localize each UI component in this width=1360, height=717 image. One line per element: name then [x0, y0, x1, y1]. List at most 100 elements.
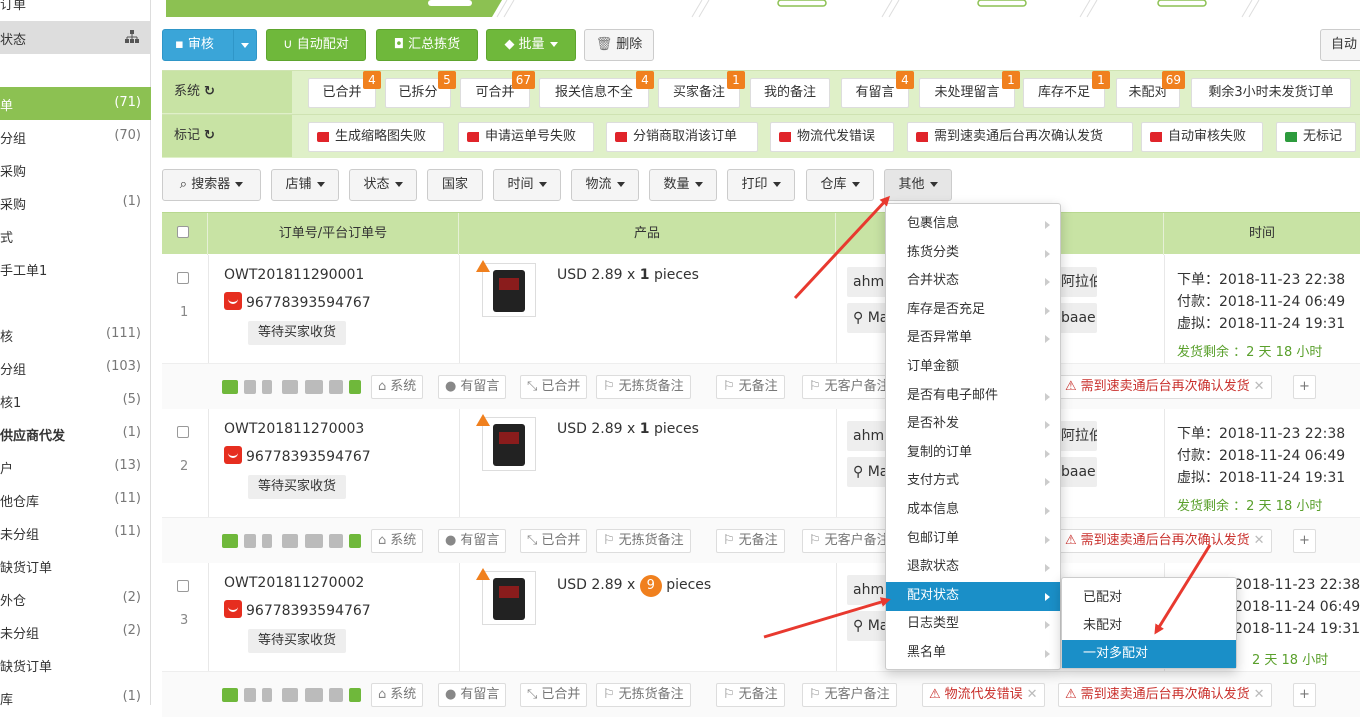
product-image[interactable]	[482, 417, 536, 471]
action-merged[interactable]: ⤡ 已合并	[520, 375, 588, 399]
sidebar-item[interactable]: 核1 (5)	[0, 384, 151, 417]
auto-match-button[interactable]: ∪ 自动配对	[266, 29, 366, 61]
menu-item-reissue[interactable]: 是否补发	[886, 410, 1060, 439]
platform-order-number[interactable]: 96778393594767	[246, 449, 371, 465]
gift-icon[interactable]	[244, 688, 256, 702]
caret-down-icon[interactable]	[241, 43, 249, 48]
action-has-message[interactable]: ● 有留言	[438, 375, 507, 399]
sitemap-icon[interactable]	[125, 30, 139, 44]
action-no-customer-note[interactable]: ⚐ 无客户备注	[802, 375, 897, 399]
tag-thumbnail-failed[interactable]: 生成缩略图失败	[308, 122, 444, 152]
sidebar-item[interactable]: 式	[0, 219, 151, 252]
sidebar-item[interactable]: 他仓库 (11)	[0, 483, 151, 516]
menu-item-merge-status[interactable]: 合并状态	[886, 267, 1060, 296]
cloud-icon[interactable]	[305, 534, 323, 548]
action-no-customer-note[interactable]: ⚐ 无客户备注	[802, 683, 897, 707]
plane-icon[interactable]	[329, 380, 343, 394]
sidebar-item[interactable]: 订单	[0, 0, 151, 19]
map-marker-icon[interactable]	[262, 688, 272, 702]
cutlery-icon[interactable]	[349, 380, 361, 394]
chip-stock-short[interactable]: 库存不足 1	[1023, 71, 1110, 108]
money-icon[interactable]	[222, 380, 238, 394]
close-icon[interactable]: ✕	[1254, 687, 1265, 702]
action-reconfirm-shipping[interactable]: ⚠ 需到速卖通后台再次确认发货 ✕	[1058, 683, 1272, 707]
menu-item-log-type[interactable]: 日志类型	[886, 610, 1060, 639]
action-no-customer-note[interactable]: ⚐ 无客户备注	[802, 529, 897, 553]
menu-item-abnormal[interactable]: 是否异常单	[886, 324, 1060, 353]
country-dropdown[interactable]: 国家	[427, 169, 483, 201]
action-merged[interactable]: ⤡ 已合并	[520, 683, 588, 707]
plane-icon[interactable]	[329, 688, 343, 702]
tag-logistics-error[interactable]: 物流代发错误	[770, 122, 894, 152]
order-number[interactable]: OWT201811290001	[224, 267, 364, 283]
chip-my-note[interactable]: 我的备注	[750, 78, 830, 108]
batch-button[interactable]: ◆ 批量	[486, 29, 576, 61]
row-checkbox[interactable]	[177, 426, 189, 438]
cloud-icon[interactable]	[305, 688, 323, 702]
print-icon[interactable]	[282, 688, 298, 702]
gift-icon[interactable]	[244, 380, 256, 394]
add-tag-button[interactable]: +	[1293, 683, 1316, 707]
tag-reconfirm-shipping[interactable]: 需到速卖通后台再次确认发货	[907, 122, 1133, 152]
action-no-pick-note[interactable]: ⚐ 无拣货备注	[596, 529, 691, 553]
order-number[interactable]: OWT201811270003	[224, 421, 364, 437]
delete-button[interactable]: 🗑 删除	[584, 29, 654, 61]
action-system[interactable]: ⌂ 系统	[371, 683, 424, 707]
refresh-icon[interactable]: ↻	[204, 128, 215, 143]
menu-item-stock-sufficient[interactable]: 库存是否充足	[886, 296, 1060, 325]
tag-distributor-cancel[interactable]: 分销商取消该订单	[606, 122, 758, 152]
time-dropdown[interactable]: 时间	[493, 169, 561, 201]
menu-item-payment-method[interactable]: 支付方式	[886, 467, 1060, 496]
refresh-icon[interactable]: ↻	[204, 84, 215, 99]
chip-3h-unshipped[interactable]: 剩余3小时未发货订单	[1191, 78, 1351, 108]
warehouse-dropdown[interactable]: 仓库	[806, 169, 874, 201]
submenu-item-matched[interactable]: 已配对	[1062, 584, 1236, 612]
action-system[interactable]: ⌂ 系统	[371, 375, 424, 399]
logistics-dropdown[interactable]: 物流	[571, 169, 639, 201]
action-no-note[interactable]: ⚐ 无备注	[716, 529, 785, 553]
map-marker-icon[interactable]	[262, 380, 272, 394]
menu-item-blacklist[interactable]: 黑名单	[886, 639, 1060, 668]
print-icon[interactable]	[282, 534, 298, 548]
menu-item-cost-info[interactable]: 成本信息	[886, 496, 1060, 525]
summary-pick-button[interactable]: ◘ 汇总拣货	[376, 29, 478, 61]
chip-split[interactable]: 已拆分 5	[385, 71, 456, 108]
auto-right-button[interactable]: 自动	[1320, 29, 1360, 61]
menu-item-free-shipping[interactable]: 包邮订单	[886, 525, 1060, 554]
money-icon[interactable]	[222, 534, 238, 548]
close-icon[interactable]: ✕	[1254, 533, 1265, 548]
chip-mergeable[interactable]: 可合并 67	[460, 71, 535, 108]
menu-item-refund-status[interactable]: 退款状态	[886, 553, 1060, 582]
sidebar-item[interactable]: 分组 (70)	[0, 120, 151, 153]
sidebar-item[interactable]: 分组 (103)	[0, 351, 151, 384]
menu-item-order-amount[interactable]: 订单金额	[886, 353, 1060, 382]
money-icon[interactable]	[222, 688, 238, 702]
menu-item-pick-category[interactable]: 拣货分类	[886, 239, 1060, 268]
select-all-checkbox[interactable]	[177, 226, 189, 238]
action-reconfirm-shipping[interactable]: ⚠ 需到速卖通后台再次确认发货 ✕	[1058, 375, 1272, 399]
audit-button[interactable]: ▪ 审核	[162, 29, 257, 61]
order-number[interactable]: OWT201811270002	[224, 575, 364, 591]
menu-item-match-status[interactable]: 配对状态	[886, 582, 1060, 611]
row-checkbox[interactable]	[177, 272, 189, 284]
sidebar-item[interactable]: 手工单1	[0, 252, 151, 285]
row-checkbox[interactable]	[177, 580, 189, 592]
map-marker-icon[interactable]	[262, 534, 272, 548]
action-reconfirm-shipping[interactable]: ⚠ 需到速卖通后台再次确认发货 ✕	[1058, 529, 1272, 553]
cloud-icon[interactable]	[305, 380, 323, 394]
cutlery-icon[interactable]	[349, 534, 361, 548]
other-dropdown[interactable]: 其他	[884, 169, 952, 201]
close-icon[interactable]: ✕	[1027, 687, 1038, 702]
sidebar-item[interactable]: 缺货订单	[0, 648, 151, 681]
tag-auto-audit-failed[interactable]: 自动审核失败	[1141, 122, 1263, 152]
action-has-message[interactable]: ● 有留言	[438, 683, 507, 707]
sidebar-item-status[interactable]: 状态	[0, 21, 151, 54]
sidebar-item[interactable]: 未分组 (11)	[0, 516, 151, 549]
sidebar-item[interactable]: 核 (111)	[0, 318, 151, 351]
sidebar-item[interactable]: 户 (13)	[0, 450, 151, 483]
platform-order-number[interactable]: 96778393594767	[246, 603, 371, 619]
action-system[interactable]: ⌂ 系统	[371, 529, 424, 553]
product-image[interactable]	[482, 263, 536, 317]
sidebar-item[interactable]: 单 (71)	[0, 87, 151, 120]
sidebar-item[interactable]: 外仓 (2)	[0, 582, 151, 615]
